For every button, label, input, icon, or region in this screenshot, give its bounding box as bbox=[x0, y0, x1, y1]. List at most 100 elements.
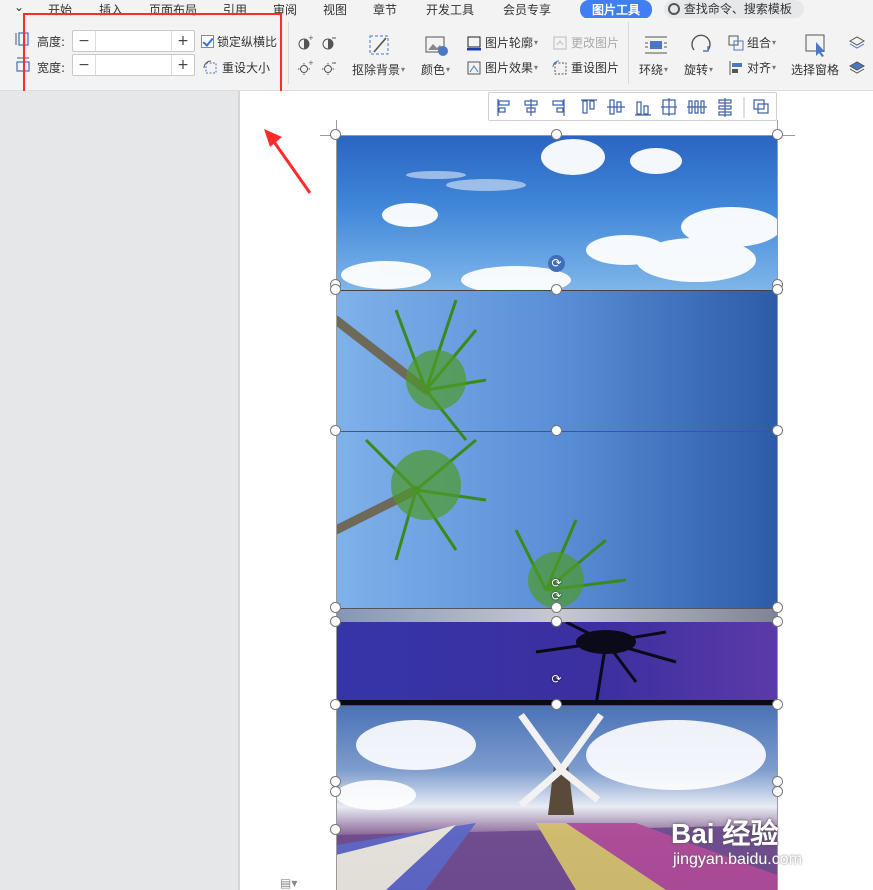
distribute-icon[interactable] bbox=[661, 98, 677, 116]
send-backward-icon[interactable] bbox=[849, 59, 865, 75]
baidu-logo: Bai 经验 bbox=[671, 818, 779, 849]
text-wrap-icon[interactable] bbox=[643, 32, 669, 58]
align-left-icon[interactable] bbox=[497, 99, 510, 116]
remove-background-label: 抠除背景 bbox=[352, 63, 401, 77]
text-wrap-label: 环绕 bbox=[639, 63, 664, 77]
tab-section[interactable]: 章节 bbox=[373, 1, 397, 18]
picture-color-icon[interactable] bbox=[423, 32, 449, 58]
arrange-icon[interactable] bbox=[753, 99, 769, 114]
resize-handle[interactable] bbox=[330, 129, 341, 140]
reset-picture-button[interactable]: 重设图片 bbox=[552, 59, 619, 76]
resize-handle[interactable] bbox=[551, 284, 562, 295]
chevron-down-icon: ▾ bbox=[772, 63, 777, 72]
decrease-brightness-icon[interactable] bbox=[321, 60, 337, 76]
align-label: 对齐 bbox=[747, 61, 772, 75]
search-icon bbox=[668, 3, 680, 15]
resize-handle[interactable] bbox=[330, 425, 341, 436]
distribute-vertical-icon[interactable] bbox=[718, 98, 732, 117]
svg-text:+: + bbox=[308, 60, 313, 67]
picture-effect-icon bbox=[466, 60, 482, 76]
resize-handle[interactable] bbox=[330, 786, 341, 797]
tab-picture-tools[interactable]: 图片工具 bbox=[580, 0, 653, 19]
chevron-down-icon: ▾ bbox=[534, 38, 539, 47]
change-picture-icon bbox=[552, 35, 568, 51]
resize-handle[interactable] bbox=[330, 824, 341, 835]
resize-handle[interactable] bbox=[772, 602, 783, 613]
align-middle-icon[interactable] bbox=[607, 99, 625, 115]
resize-handle[interactable] bbox=[772, 699, 783, 710]
picture-outline-button[interactable]: 图片轮廓 ▾ bbox=[466, 34, 538, 51]
picture-outline-icon bbox=[466, 35, 482, 51]
picture-effect-button[interactable]: 图片效果 ▾ bbox=[466, 59, 538, 76]
page-icon[interactable]: ▤▾ bbox=[280, 876, 297, 890]
search-box[interactable]: 查找命令、搜索模板 bbox=[664, 0, 804, 18]
resize-handle[interactable] bbox=[772, 284, 783, 295]
rotate-handle-icon[interactable]: ⟳ bbox=[548, 588, 565, 605]
rotate-label: 旋转 bbox=[684, 63, 709, 77]
chevron-down-icon: ▾ bbox=[534, 63, 539, 72]
align-bottom-icon[interactable] bbox=[635, 101, 651, 116]
rotate-icon[interactable] bbox=[688, 32, 714, 58]
picture-color-button[interactable]: 颜色 ▾ bbox=[421, 61, 450, 78]
resize-handle[interactable] bbox=[330, 284, 341, 295]
selection-guide bbox=[777, 120, 778, 890]
increase-brightness-icon[interactable]: + bbox=[297, 60, 313, 76]
ribbon-separator bbox=[628, 22, 629, 84]
resize-handle[interactable] bbox=[772, 129, 783, 140]
tab-developer[interactable]: 开发工具 bbox=[426, 1, 474, 18]
selection-guide bbox=[336, 120, 337, 890]
resize-handle[interactable] bbox=[330, 602, 341, 613]
alignment-toolbar bbox=[488, 92, 777, 121]
align-button[interactable]: 对齐 ▾ bbox=[728, 59, 776, 76]
picture-palm-trees[interactable] bbox=[336, 290, 777, 608]
change-picture-button[interactable]: 更改图片 bbox=[552, 34, 619, 51]
selection-pane-icon[interactable] bbox=[803, 32, 829, 58]
svg-text:+: + bbox=[308, 35, 313, 42]
chevron-down-icon: ▾ bbox=[401, 65, 406, 74]
remove-background-button[interactable]: 抠除背景 ▾ bbox=[352, 61, 405, 78]
rotate-button[interactable]: 旋转 ▾ bbox=[684, 61, 713, 78]
distribute-horizontal-icon[interactable] bbox=[687, 100, 707, 114]
rotate-handle-icon[interactable]: ⟳ bbox=[548, 255, 565, 272]
remove-background-icon[interactable] bbox=[366, 32, 392, 58]
resize-handle[interactable] bbox=[772, 425, 783, 436]
group-icon bbox=[728, 35, 744, 51]
red-arrow-icon bbox=[264, 129, 312, 194]
increase-contrast-icon[interactable]: + bbox=[297, 35, 313, 51]
group-button[interactable]: 组合 ▾ bbox=[728, 34, 776, 51]
resize-handle[interactable] bbox=[330, 616, 341, 627]
resize-handle[interactable] bbox=[772, 616, 783, 627]
group-label: 组合 bbox=[747, 36, 772, 50]
align-center-icon[interactable] bbox=[524, 99, 538, 116]
rotate-handle-icon[interactable]: ⟳ bbox=[548, 671, 565, 688]
resize-handle[interactable] bbox=[551, 616, 562, 627]
resize-handle[interactable] bbox=[551, 425, 562, 436]
reset-picture-icon bbox=[552, 60, 568, 76]
collapse-menu-icon[interactable]: ⌄ bbox=[14, 0, 24, 14]
picture-outline-label: 图片轮廓 bbox=[485, 36, 534, 50]
tab-view[interactable]: 视图 bbox=[323, 1, 347, 18]
picture-effect-label: 图片效果 bbox=[485, 61, 534, 75]
resize-handle[interactable] bbox=[772, 786, 783, 797]
change-picture-label: 更改图片 bbox=[571, 36, 620, 50]
align-right-icon[interactable] bbox=[552, 99, 565, 116]
decrease-contrast-icon[interactable] bbox=[321, 35, 337, 51]
chevron-down-icon: ▾ bbox=[772, 38, 777, 47]
picture-palm-silhouette[interactable] bbox=[336, 622, 777, 705]
align-icon bbox=[728, 60, 744, 76]
text-wrap-button[interactable]: 环绕 ▾ bbox=[639, 61, 668, 78]
search-label: 查找命令、搜索模板 bbox=[683, 2, 792, 16]
resize-handle[interactable] bbox=[330, 699, 341, 710]
align-top-icon[interactable] bbox=[581, 99, 597, 114]
picture-color-label: 颜色 bbox=[421, 63, 446, 77]
bring-forward-icon[interactable] bbox=[849, 34, 865, 50]
chevron-down-icon: ▾ bbox=[446, 65, 451, 74]
selection-pane-button[interactable]: 选择窗格 bbox=[791, 61, 839, 78]
watermark-url: jingyan.baidu.com bbox=[673, 851, 802, 868]
navigation-pane bbox=[0, 91, 240, 890]
chevron-down-icon: ▾ bbox=[664, 65, 669, 74]
reset-picture-label: 重设图片 bbox=[571, 61, 620, 75]
resize-handle[interactable] bbox=[551, 699, 562, 710]
resize-handle[interactable] bbox=[551, 129, 562, 140]
tab-member[interactable]: 会员专享 bbox=[503, 1, 551, 18]
